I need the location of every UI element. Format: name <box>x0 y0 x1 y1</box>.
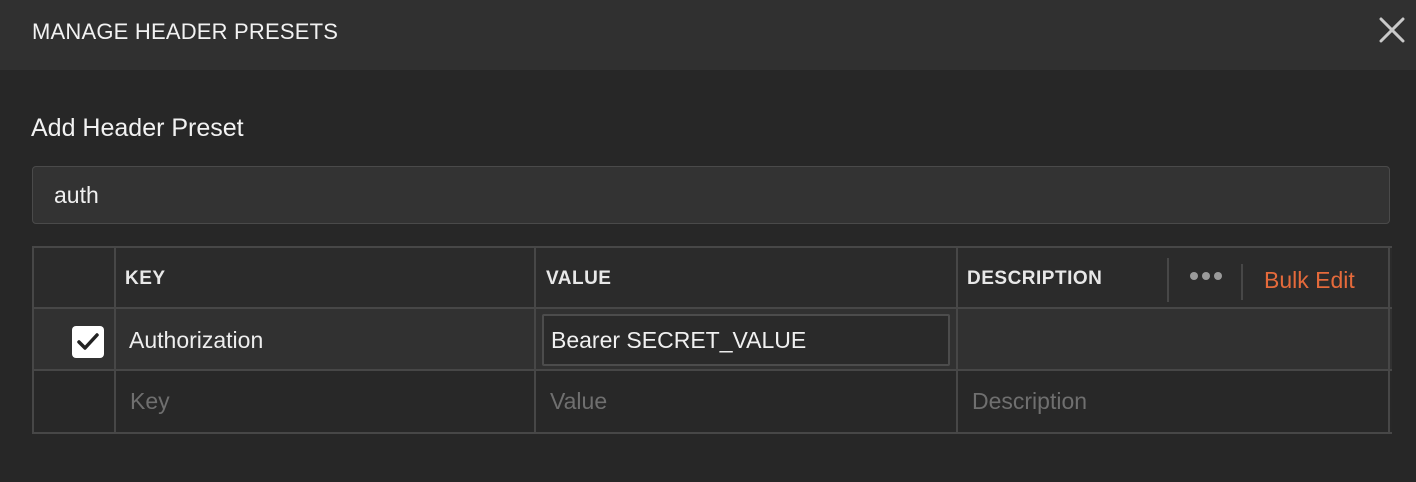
table-border <box>32 246 1392 248</box>
table-border <box>1388 246 1390 434</box>
section-title: Add Header Preset <box>31 114 244 142</box>
modal-header: MANAGE HEADER PRESETS <box>0 0 1416 70</box>
row-value-input[interactable] <box>542 314 950 366</box>
more-options-button[interactable] <box>1186 264 1226 288</box>
new-key-input[interactable] <box>116 371 534 431</box>
bulk-edit-link[interactable]: Bulk Edit <box>1264 265 1355 295</box>
header-separator <box>1241 264 1243 300</box>
check-icon <box>77 333 99 350</box>
table-border <box>32 246 34 434</box>
header-separator <box>1167 258 1169 302</box>
modal-title: MANAGE HEADER PRESETS <box>32 19 339 44</box>
table-border <box>32 307 1392 309</box>
more-horizontal-icon <box>1190 272 1222 280</box>
table-border <box>32 432 1392 434</box>
column-header-description: DESCRIPTION <box>967 268 1103 289</box>
close-button[interactable] <box>1376 14 1408 46</box>
new-description-input[interactable] <box>958 371 1388 431</box>
headers-table: KEY VALUE DESCRIPTION Bulk Edit Authoriz… <box>32 246 1392 434</box>
new-value-input[interactable] <box>536 371 956 431</box>
row-enabled-checkbox[interactable] <box>72 326 104 358</box>
column-header-key: KEY <box>125 268 166 289</box>
column-header-value: VALUE <box>546 268 612 289</box>
row-key[interactable]: Authorization <box>129 325 263 355</box>
close-icon <box>1379 17 1405 43</box>
preset-name-input[interactable] <box>32 166 1390 224</box>
